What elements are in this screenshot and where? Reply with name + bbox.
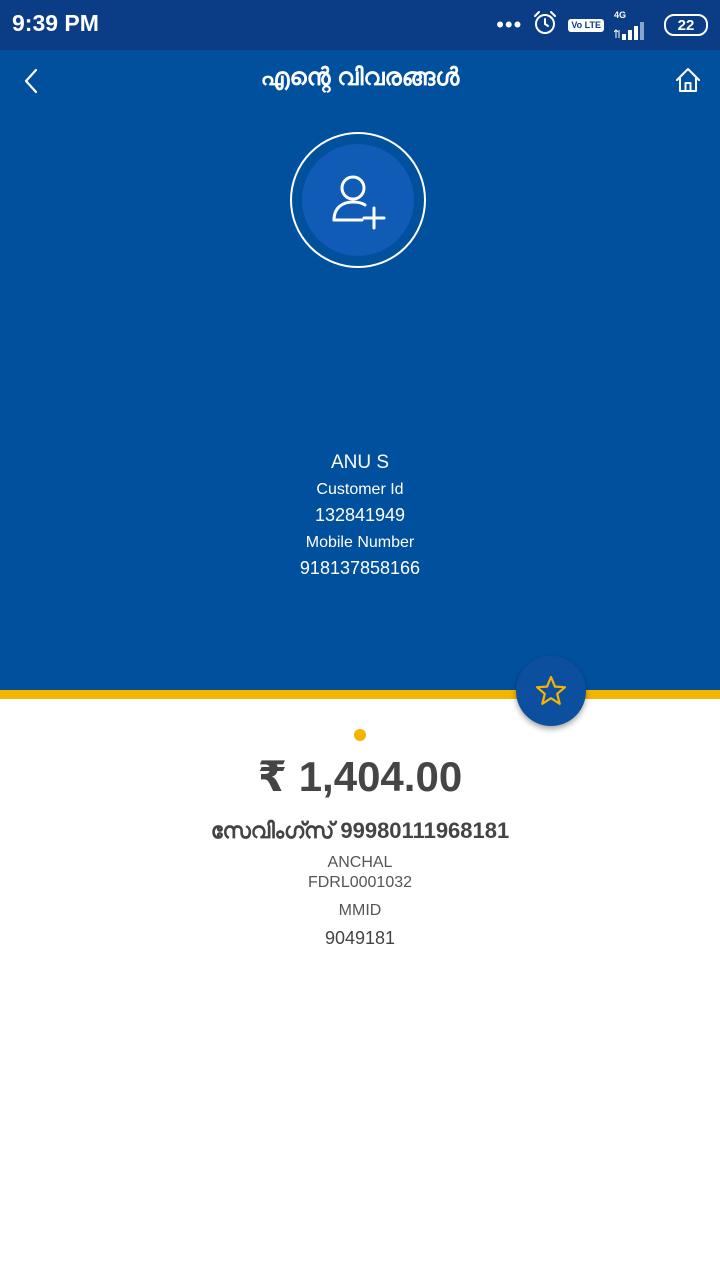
more-notifications-icon: ••• [496,12,523,37]
star-icon [535,675,567,705]
favorite-button[interactable] [516,656,586,726]
account-balance: ₹ 1,404.00 [257,753,463,800]
volte-icon: Vo LTE [568,18,604,32]
alarm-icon [532,10,558,41]
home-icon [676,68,700,92]
profile-panel: ANU S Customer Id 132841949 Mobile Numbe… [0,110,720,690]
avatar [302,144,414,256]
signal-icon: 4G [614,9,650,40]
branch-name: ANCHAL [327,854,393,871]
app-bar: എന്റെ വിവരങ്ങൾ [0,50,720,110]
customer-id-label: Customer Id [316,481,404,498]
customer-name: ANU S [330,452,390,473]
add-user-icon [332,175,386,230]
mmid-label: MMID [338,902,382,919]
page-indicator-dot [354,729,366,741]
network-type-label: 4G [614,9,627,20]
mobile-number-value: 918137858166 [299,558,421,578]
profile-avatar-button[interactable] [290,132,426,268]
home-button[interactable] [670,62,706,98]
status-time: 9:39 PM [12,10,99,36]
customer-id-value: 132841949 [314,505,406,525]
back-button[interactable] [16,64,46,98]
ifsc-code: FDRL0001032 [307,874,413,891]
status-icons: ••• Vo LTE 4G 22 [496,8,708,42]
accent-divider [0,690,720,699]
mobile-number-label: Mobile Number [305,534,415,551]
chevron-left-icon [24,68,38,94]
mmid-value: 9049181 [324,928,396,948]
status-bar: 9:39 PM ••• Vo LTE 4G 22 [0,0,720,50]
battery-icon: 22 [664,14,708,36]
page-title: എന്റെ വിവരങ്ങൾ [260,64,460,91]
account-type-number: സേവിംഗ്സ് 99980111968181 [210,818,510,843]
